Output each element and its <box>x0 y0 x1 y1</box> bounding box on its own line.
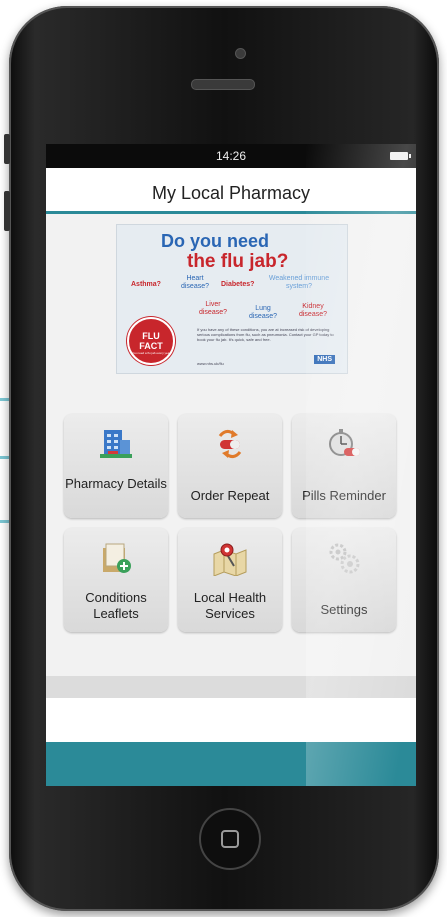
banner-title-line1: Do you need <box>161 231 270 251</box>
tile-pills-reminder[interactable]: Pills Reminder <box>292 414 396 518</box>
stopwatch-pill-icon <box>329 429 360 456</box>
status-bar: 14:26 <box>46 144 416 168</box>
tile-label: Local Health Services <box>193 590 267 621</box>
battery-icon <box>390 152 411 160</box>
home-square-icon <box>221 830 239 848</box>
banner-title-line2: the flu jab? <box>187 251 289 272</box>
tile-pharmacy-details[interactable]: Pharmacy Details <box>64 414 168 518</box>
tile-label: Settings <box>320 602 368 617</box>
screen: 14:26 My Local Pharmacy Do you need the … <box>46 144 416 786</box>
tile-label: Conditions Leaflets <box>85 590 147 621</box>
home-button[interactable] <box>199 808 261 870</box>
footer-bar <box>46 742 416 786</box>
banner-body-text: If you have any of these conditions, you… <box>197 327 334 342</box>
banner-condition: Heart disease? <box>180 275 210 290</box>
status-time: 14:26 <box>215 149 247 163</box>
banner-condition: Diabetes? <box>221 281 255 288</box>
building-icon <box>100 430 132 458</box>
volume-button <box>4 191 10 231</box>
tile-order-repeat[interactable]: Order Repeat <box>178 414 282 518</box>
tile-local-health-services[interactable]: Local Health Services <box>178 528 282 632</box>
badge-line2: FACT <box>139 341 163 351</box>
banner-condition: Weakened immune system? <box>268 275 330 290</box>
tile-conditions-leaflets[interactable]: Conditions Leaflets <box>64 528 168 632</box>
front-camera <box>235 48 246 59</box>
page-title: My Local Pharmacy <box>151 183 311 203</box>
banner-condition: Kidney disease? <box>298 303 328 318</box>
footer-area <box>46 698 416 742</box>
gears-icon <box>329 543 360 574</box>
tile-label: Pharmacy Details <box>65 476 167 491</box>
tile-settings[interactable]: Settings <box>292 528 396 632</box>
banner-condition: Liver disease? <box>198 301 228 316</box>
app-header: My Local Pharmacy <box>46 168 416 214</box>
badge-line1: FLU <box>142 331 160 341</box>
earpiece-speaker <box>191 79 255 90</box>
flu-fact-badge: FLU FACT You need a flu jab every year <box>127 317 175 365</box>
flu-jab-banner[interactable]: Do you need the flu jab? Asthma? Heart d… <box>116 224 348 374</box>
map-pin-icon <box>213 543 247 576</box>
footer-divider <box>46 676 416 698</box>
banner-condition: Asthma? <box>131 281 161 288</box>
phone-frame: 14:26 My Local Pharmacy Do you need the … <box>4 6 439 911</box>
leaflet-folder-icon <box>103 543 131 573</box>
nhs-logo: NHS <box>314 355 335 364</box>
tile-label: Order Repeat <box>190 488 270 503</box>
tile-label: Pills Reminder <box>302 488 386 503</box>
volume-button <box>4 134 10 164</box>
banner-footer-url: www.nhs.uk/flu <box>197 361 224 366</box>
pill-arrows-icon <box>218 429 242 459</box>
badge-subtext: You need a flu jab every year <box>131 351 171 355</box>
banner-condition: Lung disease? <box>248 305 278 320</box>
